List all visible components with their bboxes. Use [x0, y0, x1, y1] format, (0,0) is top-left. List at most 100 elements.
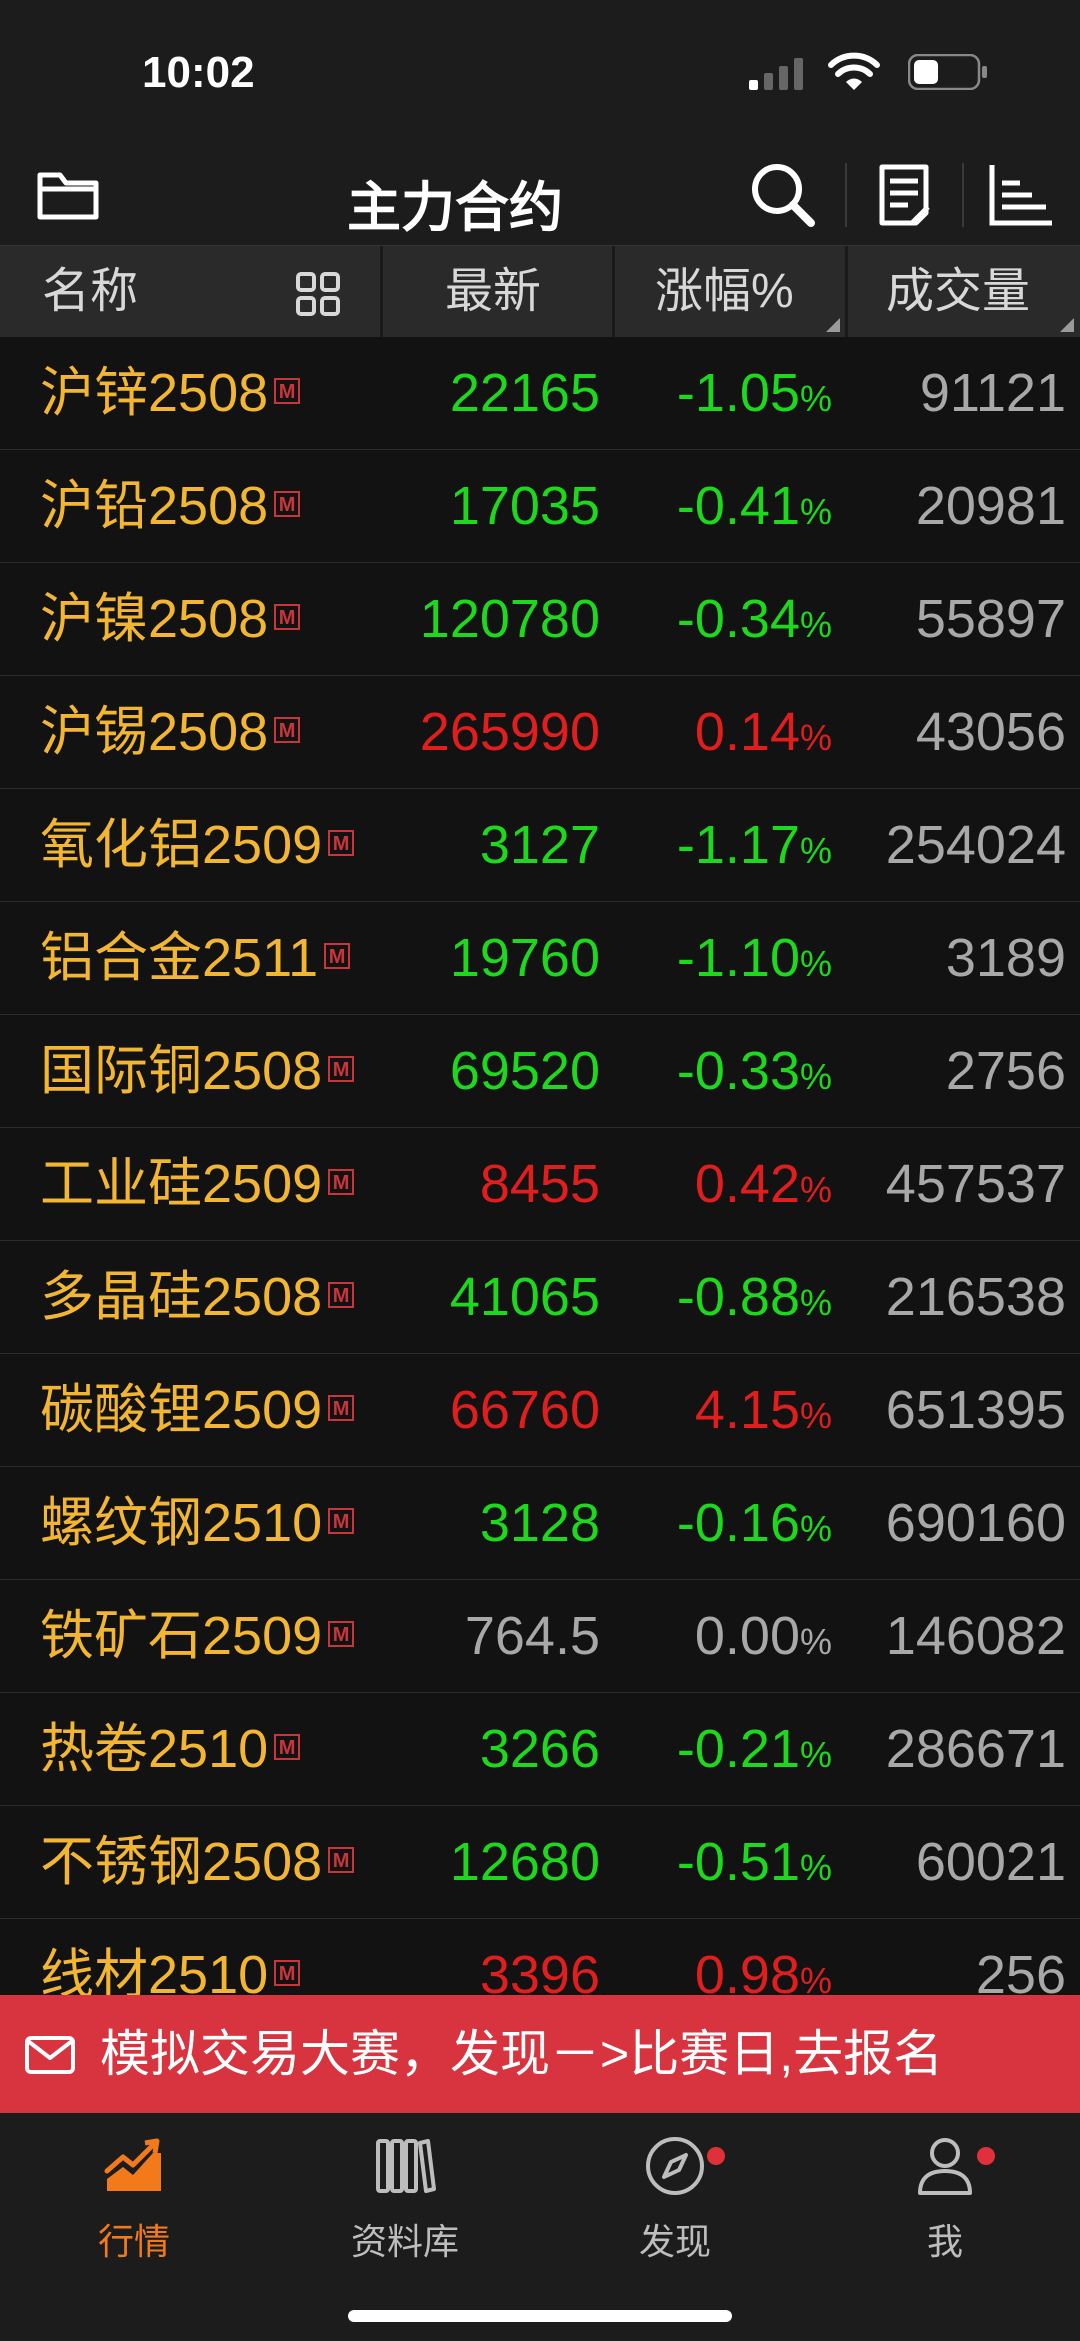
market-chart-icon	[104, 2138, 161, 2191]
header-change[interactable]: 涨幅%	[655, 246, 794, 338]
volume: 254024	[885, 815, 1066, 875]
tab-market[interactable]: 行情	[54, 2133, 214, 2283]
grid-layout-icon[interactable]	[296, 272, 340, 316]
contract-name: 螺纹钢2510 M	[40, 1467, 355, 1579]
home-indicator	[348, 2310, 732, 2322]
contract-name-text: 国际铜2508	[40, 1041, 323, 1101]
change-percent: -0.41%	[676, 476, 832, 536]
tab-library[interactable]: 资料库	[325, 2133, 485, 2283]
change-value: -0.51	[676, 1832, 800, 1892]
table-row[interactable]: 线材2510 M 3396 0.98% 256	[0, 1919, 1080, 1995]
wifi-icon	[828, 52, 880, 90]
table-row[interactable]: 螺纹钢2510 M 3128 -0.16% 690160	[0, 1467, 1080, 1580]
table-row[interactable]: 铝合金2511 M 19760 -1.10% 3189	[0, 902, 1080, 1015]
tab-label: 资料库	[350, 2221, 459, 2262]
change-percent: 0.00%	[694, 1606, 832, 1666]
change-value: 0.14	[694, 702, 800, 762]
header-volume[interactable]: 成交量	[886, 246, 1030, 338]
sort-indicator-icon	[1060, 318, 1074, 332]
change-percent: 0.98%	[695, 1919, 832, 1995]
table-row[interactable]: 沪锡2508 M 265990 0.14% 43056	[0, 676, 1080, 789]
contract-name-text: 热卷2510	[40, 1719, 269, 1779]
header-separator	[845, 246, 848, 338]
table-header: 名称 最新 涨幅% 成交量	[0, 245, 1080, 338]
header-separator	[380, 246, 383, 338]
latest-price: 19760	[449, 928, 600, 988]
contract-name: 热卷2510 M	[40, 1693, 301, 1805]
main-contract-badge: M	[324, 942, 351, 969]
main-contract-badge: M	[328, 829, 355, 856]
contract-name: 铁矿石2509 M	[40, 1580, 355, 1692]
banner-text: 模拟交易大赛，发现－>比赛日,去报名	[100, 2026, 944, 2082]
latest-price: 41065	[449, 1267, 600, 1327]
tab-label: 发现	[638, 2221, 711, 2262]
change-percent: -0.88%	[676, 1267, 832, 1327]
main-contract-badge: M	[274, 377, 301, 404]
volume: 3189	[945, 928, 1066, 988]
change-percent: 4.15%	[694, 1380, 832, 1440]
table-row[interactable]: 工业硅2509 M 8455 0.42% 457537	[0, 1128, 1080, 1241]
main-contract-badge: M	[274, 716, 301, 743]
mail-icon	[25, 2036, 75, 2074]
volume: 2756	[945, 1041, 1066, 1101]
main-contract-badge: M	[328, 1281, 355, 1308]
volume: 91121	[919, 363, 1066, 423]
contract-name: 国际铜2508 M	[40, 1015, 355, 1127]
latest-price: 8455	[479, 1154, 600, 1214]
search-icon[interactable]	[745, 157, 821, 233]
latest-price: 22165	[449, 363, 600, 423]
tab-bar: 行情 资料库 发现 我	[0, 2113, 1080, 2341]
table-row[interactable]: 多晶硅2508 M 41065 -0.88% 216538	[0, 1241, 1080, 1354]
contract-name-text: 线材2510	[40, 1945, 269, 1995]
tab-me[interactable]: 我	[865, 2133, 1025, 2283]
header-latest[interactable]: 最新	[445, 246, 541, 338]
main-contract-badge: M	[328, 1055, 355, 1082]
contract-name-text: 沪镍2508	[40, 589, 269, 649]
volume: 457537	[885, 1154, 1066, 1214]
change-percent: -0.21%	[676, 1719, 832, 1779]
change-value: -1.17	[676, 815, 800, 875]
table-row[interactable]: 铁矿石2509 M 764.5 0.00% 146082	[0, 1580, 1080, 1693]
change-percent: 0.14%	[694, 702, 832, 762]
promo-banner[interactable]: 模拟交易大赛，发现－>比赛日,去报名	[0, 1995, 1080, 2113]
volume: 651395	[885, 1380, 1066, 1440]
change-value: 0.98	[694, 1945, 800, 1995]
latest-price: 764.5	[464, 1606, 600, 1666]
table-row[interactable]: 碳酸锂2509 M 66760 4.15% 651395	[0, 1354, 1080, 1467]
cellular-signal-icon	[749, 58, 803, 90]
header-name[interactable]: 名称	[42, 246, 138, 338]
report-list-icon[interactable]	[868, 157, 944, 233]
table-row[interactable]: 沪锌2508 M 22165 -1.05% 91121	[0, 337, 1080, 450]
change-value: -1.10	[676, 928, 800, 988]
volume: 20981	[915, 476, 1066, 536]
table-row[interactable]: 热卷2510 M 3266 -0.21% 286671	[0, 1693, 1080, 1806]
table-row[interactable]: 氧化铝2509 M 3127 -1.17% 254024	[0, 789, 1080, 902]
latest-price: 3128	[479, 1493, 600, 1553]
contract-name-text: 沪铅2508	[40, 476, 269, 536]
bar-chart-icon[interactable]	[982, 157, 1058, 233]
table-row[interactable]: 沪镍2508 M 120780 -0.34% 55897	[0, 563, 1080, 676]
tab-label: 行情	[97, 2221, 170, 2262]
change-percent: -0.51%	[676, 1832, 832, 1892]
contract-name: 工业硅2509 M	[40, 1128, 355, 1240]
table-row[interactable]: 国际铜2508 M 69520 -0.33% 2756	[0, 1015, 1080, 1128]
change-value: -0.88	[676, 1267, 800, 1327]
change-value: -0.21	[676, 1719, 800, 1779]
table-row[interactable]: 不锈钢2508 M 12680 -0.51% 60021	[0, 1806, 1080, 1919]
contract-name-text: 铝合金2511	[40, 928, 319, 988]
latest-price: 265990	[419, 702, 600, 762]
change-value: -0.16	[676, 1493, 800, 1553]
person-icon	[918, 2138, 972, 2195]
latest-price: 17035	[449, 476, 600, 536]
tab-discover[interactable]: 发现	[595, 2133, 755, 2283]
contract-name-text: 铁矿石2509	[40, 1606, 323, 1666]
table-row[interactable]: 沪铅2508 M 17035 -0.41% 20981	[0, 450, 1080, 563]
change-value: 0.42	[694, 1154, 800, 1214]
volume: 55897	[915, 589, 1066, 649]
contract-name-text: 碳酸锂2509	[40, 1380, 323, 1440]
change-value: -0.41	[676, 476, 800, 536]
contract-name: 不锈钢2508 M	[40, 1806, 355, 1918]
latest-price: 69520	[449, 1041, 600, 1101]
change-percent: -1.05%	[676, 363, 832, 423]
main-contract-badge: M	[274, 603, 301, 630]
